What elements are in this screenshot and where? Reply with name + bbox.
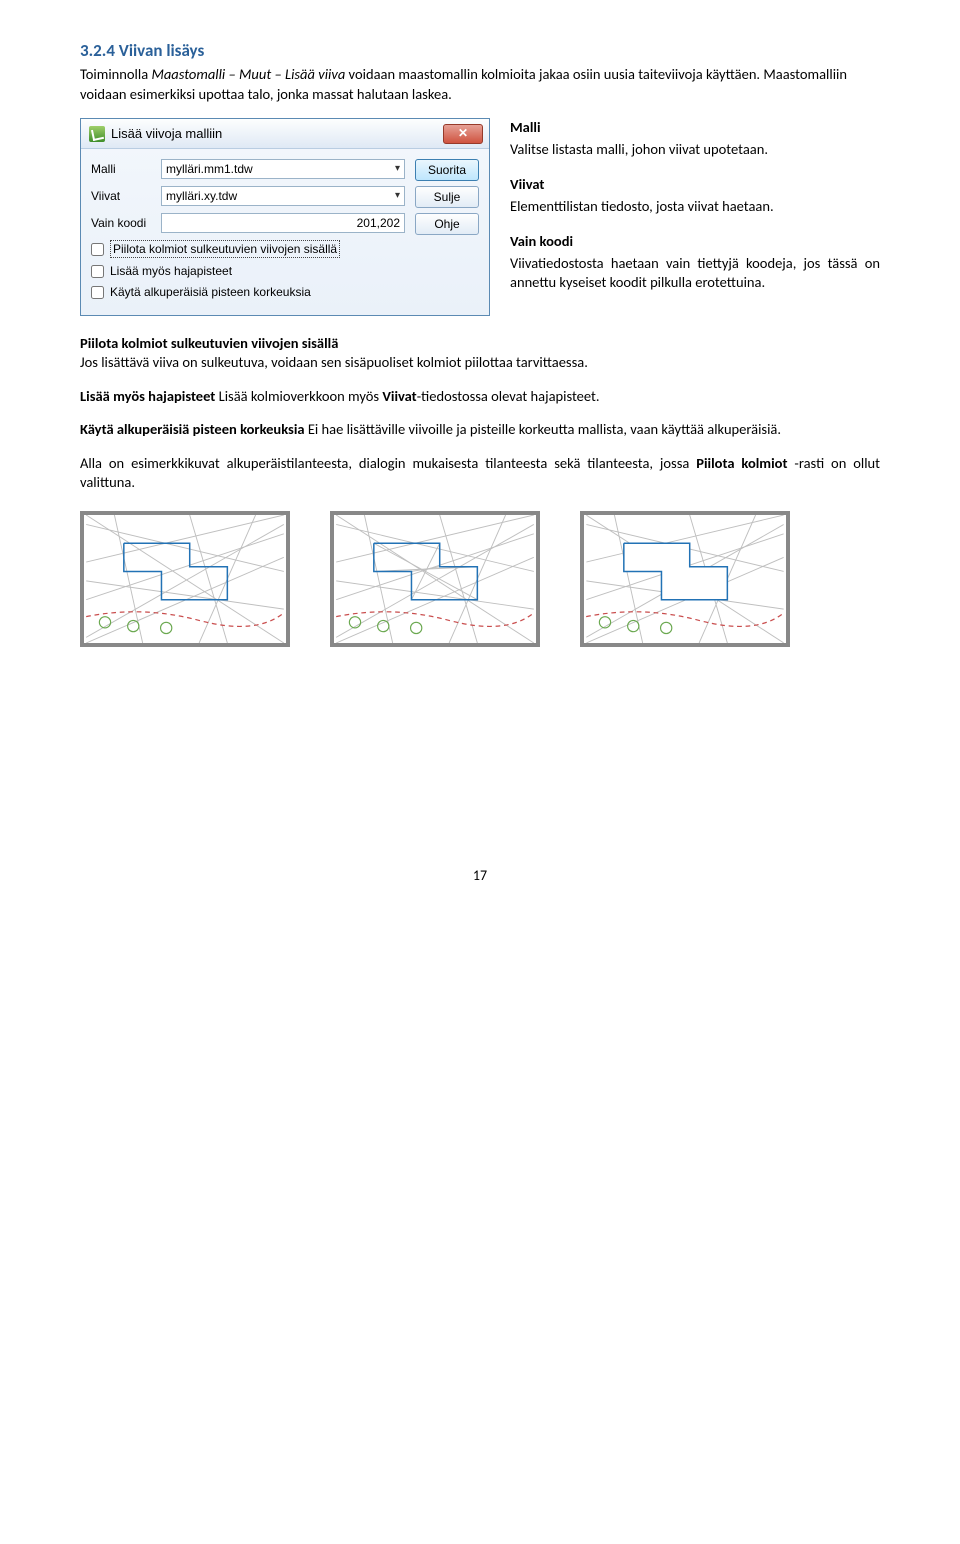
para-hide-triangles: Piilota kolmiot sulkeutuvien viivojen si… (80, 334, 880, 373)
run-button[interactable]: Suorita (415, 159, 479, 181)
thumbnail-hidden-triangles (580, 511, 790, 647)
check-original-heights[interactable]: Käytä alkuperäisiä pisteen korkeuksia (91, 284, 405, 300)
para-original-heights-t: Ei hae lisättäville viivoille ja pisteil… (305, 420, 781, 438)
para-add-scatter-h: Lisää myös hajapisteet (80, 387, 215, 405)
para-add-scatter: Lisää myös hajapisteet Lisää kolmioverkk… (80, 387, 880, 407)
label-model: Malli (91, 161, 161, 177)
dialog-title-text: Lisää viivoja malliin (111, 125, 222, 143)
app-icon (89, 126, 105, 142)
para-add-scatter-c: Viivat (382, 387, 416, 405)
check-add-scatter[interactable]: Lisää myös hajapisteet (91, 263, 405, 279)
check-original-heights-label: Käytä alkuperäisiä pisteen korkeuksia (110, 284, 311, 300)
close-dialog-button[interactable]: Sulje (415, 186, 479, 208)
side-code-text: Viivatiedostosta haetaan vain tiettyjä k… (510, 254, 880, 293)
label-lines: Viivat (91, 188, 161, 204)
side-code-heading: Vain koodi (510, 232, 573, 250)
combo-model-value: mylläri.mm1.tdw (166, 161, 253, 177)
side-model-text: Valitse listasta malli, johon viivat upo… (510, 140, 880, 160)
para-examples-b: Piilota kolmiot (696, 454, 787, 472)
check-add-scatter-label: Lisää myös hajapisteet (110, 263, 232, 279)
intro-text-a: Toiminnolla (80, 65, 151, 83)
input-code-value: 201,202 (357, 215, 400, 231)
thumbnail-original (80, 511, 290, 647)
check-hide-triangles[interactable]: Piilota kolmiot sulkeutuvien viivojen si… (91, 240, 405, 258)
para-add-scatter-b: Lisää kolmioverkkoon myös (215, 387, 382, 405)
check-hide-triangles-label: Piilota kolmiot sulkeutuvien viivojen si… (110, 240, 340, 258)
intro-paragraph: Toiminnolla Maastomalli – Muut – Lisää v… (80, 65, 880, 104)
label-code: Vain koodi (91, 215, 161, 231)
thumbnail-dialog-state (330, 511, 540, 647)
combo-lines-value: mylläri.xy.tdw (166, 188, 237, 204)
side-descriptions: Malli Valitse listasta malli, johon viiv… (510, 118, 880, 309)
section-heading: 3.2.4 Viivan lisäys (80, 40, 880, 63)
dialog-titlebar: Lisää viivoja malliin ✕ (81, 119, 489, 149)
para-hide-triangles-text: Jos lisättävä viiva on sulkeutuva, voida… (80, 353, 588, 371)
side-lines-heading: Viivat (510, 175, 544, 193)
intro-menu-path: Maastomalli – Muut – Lisää viiva (151, 65, 345, 83)
checkbox-hide-triangles[interactable] (91, 243, 104, 256)
para-original-heights-h: Käytä alkuperäisiä pisteen korkeuksia (80, 420, 305, 438)
side-lines-text: Elementtilistan tiedosto, josta viivat h… (510, 197, 880, 217)
input-code[interactable]: 201,202 (161, 213, 405, 233)
para-original-heights: Käytä alkuperäisiä pisteen korkeuksia Ei… (80, 420, 880, 440)
checkbox-add-scatter[interactable] (91, 265, 104, 278)
help-button[interactable]: Ohje (415, 213, 479, 235)
para-examples: Alla on esimerkkikuvat alkuperäistilante… (80, 454, 880, 493)
combo-lines[interactable]: mylläri.xy.tdw (161, 186, 405, 206)
page-number: 17 (80, 867, 880, 886)
example-thumbnails (80, 511, 880, 647)
dialog-add-lines-to-model: Lisää viivoja malliin ✕ Malli mylläri.mm… (80, 118, 490, 316)
para-examples-a: Alla on esimerkkikuvat alkuperäistilante… (80, 454, 696, 472)
close-button[interactable]: ✕ (443, 124, 483, 144)
side-model-heading: Malli (510, 118, 541, 136)
combo-model[interactable]: mylläri.mm1.tdw (161, 159, 405, 179)
para-hide-triangles-heading: Piilota kolmiot sulkeutuvien viivojen si… (80, 334, 338, 352)
checkbox-original-heights[interactable] (91, 286, 104, 299)
para-add-scatter-d: -tiedostossa olevat hajapisteet. (417, 387, 600, 405)
